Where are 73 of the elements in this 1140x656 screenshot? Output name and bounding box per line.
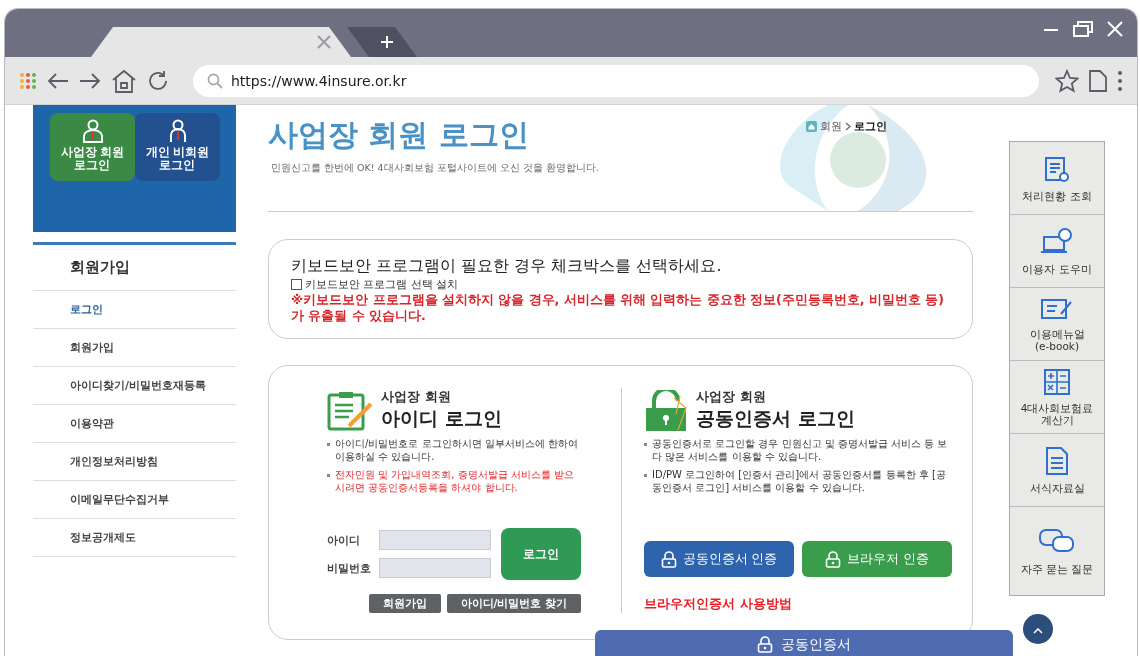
back-arrow-icon[interactable] bbox=[47, 71, 69, 90]
breadcrumb-item[interactable]: 회원 bbox=[820, 119, 842, 134]
field-label: 아이디 bbox=[327, 532, 361, 548]
new-tab-button[interactable] bbox=[347, 27, 417, 57]
password-input[interactable] bbox=[379, 558, 491, 578]
quick-menu-item[interactable]: 서식자료실 bbox=[1010, 434, 1104, 507]
lock-icon bbox=[660, 550, 677, 568]
quick-menu-label: 처리현황 조회 bbox=[1022, 189, 1092, 203]
quick-menu-label: 서식자료실 bbox=[1029, 481, 1085, 495]
login-overline: 사업장 회원 bbox=[696, 388, 767, 406]
login-note: 아이디/비밀번호로 로그인하시면 일부서비스에 한하여 이용하실 수 있습니다. bbox=[327, 438, 581, 463]
chevron-up-icon bbox=[1033, 627, 1043, 634]
notice-heading: 키보드보안 프로그램이 필요한 경우 체크박스를 선택하세요. bbox=[291, 256, 723, 277]
account-link-button[interactable]: 회원가입 bbox=[368, 594, 441, 613]
quick-menu-label: 이용자 도우미 bbox=[1022, 262, 1092, 276]
search-icon bbox=[207, 72, 223, 89]
reload-icon[interactable] bbox=[147, 69, 169, 92]
checkbox[interactable] bbox=[291, 279, 302, 290]
nav-item[interactable]: 이용약관 bbox=[33, 405, 236, 443]
chevron-right-icon bbox=[845, 122, 851, 131]
page-icon[interactable] bbox=[1089, 69, 1107, 92]
nav-item[interactable]: 개인정보처리방침 bbox=[33, 443, 236, 481]
security-warning: ※키보드보안 프로그램을 설치하지 않을 경우, 서비스를 위해 입력하는 중요한 정보(주민등록번호, 비밀번호 등)가 유출될 수 있습니다. bbox=[291, 292, 945, 325]
checkbox-label: 키보드보안 프로그램 선택 설치 bbox=[305, 277, 459, 292]
login-title: 공동인증서 로그인 bbox=[696, 406, 855, 431]
nav-item[interactable]: 회원가입 bbox=[33, 329, 236, 367]
more-menu-icon[interactable] bbox=[1117, 69, 1123, 92]
quick-menu-item[interactable]: 4대사회보험료 계산기 bbox=[1010, 361, 1104, 434]
calculator-icon bbox=[1043, 367, 1071, 396]
certificate-button[interactable]: 공동인증서 인증 bbox=[644, 541, 794, 577]
nav-item[interactable]: 정보공개제도 bbox=[33, 519, 236, 557]
login-warning: 전자민원 및 가입내역조회, 증명서발급 서비스를 받으시려면 공동인증서등록을 하셔야 합니다. bbox=[327, 469, 581, 494]
padlock-icon bbox=[644, 390, 690, 432]
url-text: https://www.4insure.or.kr bbox=[231, 72, 407, 89]
login-note: ID/PW 로그인하여 [인증서 관리]에서 공동인증서를 등록한 후 [공동인증서 로그인] 서비스를 이용할 수 있습니다. bbox=[644, 469, 952, 494]
star-icon[interactable] bbox=[1055, 68, 1079, 93]
quick-menu-item[interactable]: 처리현황 조회 bbox=[1010, 142, 1104, 215]
quick-menu-label: 자주 묻는 질문 bbox=[1020, 562, 1094, 576]
quick-menu-item[interactable]: 자주 묻는 질문 bbox=[1010, 507, 1104, 595]
breadcrumb-item[interactable]: 로그인 bbox=[854, 119, 887, 134]
nav-item[interactable]: 아이디찾기/비밀번호재등록 bbox=[33, 367, 236, 405]
id-input[interactable] bbox=[379, 530, 491, 550]
apps-grid-icon[interactable] bbox=[19, 71, 37, 90]
scroll-top-button[interactable] bbox=[1023, 614, 1053, 644]
document-list-icon bbox=[1044, 445, 1070, 476]
login-note: 공동인증서로 로그인할 경우 민원신고 및 증명서발급 서비스 등 보다 많은 서비스를 이용할 수 있습니다. bbox=[644, 438, 952, 463]
quick-menu-item[interactable]: 이용메뉴얼 (e-book) bbox=[1010, 288, 1104, 361]
login-button[interactable]: 로그인 bbox=[501, 528, 581, 580]
quick-menu-label: 이용메뉴얼 (e-book) bbox=[1029, 327, 1085, 353]
restore-icon[interactable] bbox=[1073, 21, 1093, 37]
keyboard-security-checkbox[interactable]: 키보드보안 프로그램 선택 설치 bbox=[291, 277, 950, 292]
login-title: 아이디 로그인 bbox=[381, 406, 502, 431]
login-type-tile[interactable]: 사업장 회원 로그인 bbox=[50, 113, 135, 181]
certificate-bar[interactable]: 공동인증서 bbox=[595, 630, 1013, 656]
login-type-tile[interactable]: 개인 비회원 로그인 bbox=[135, 113, 220, 181]
nav-item[interactable]: 이메일무단수집거부 bbox=[33, 481, 236, 519]
nav-item[interactable]: 로그인 bbox=[33, 291, 236, 329]
clipboard-pencil-icon bbox=[327, 392, 375, 432]
lock-icon bbox=[757, 636, 773, 653]
home-icon[interactable] bbox=[111, 67, 137, 94]
forward-arrow-icon[interactable] bbox=[79, 71, 101, 90]
account-link-button[interactable]: 아이디/비밀번호 찾기 bbox=[446, 594, 581, 613]
login-overline: 사업장 회원 bbox=[381, 388, 452, 406]
page-subtitle: 민원신고를 한번에 OK! 4대사회보험 포털사이트에 오신 것을 환영합니다. bbox=[271, 162, 600, 175]
address-bar[interactable]: https://www.4insure.or.kr bbox=[193, 64, 1039, 97]
plus-icon bbox=[381, 36, 393, 48]
quick-menu-label: 4대사회보험료 계산기 bbox=[1020, 401, 1094, 427]
page-title: 사업장 회원 로그인 bbox=[268, 116, 529, 154]
quick-menu-item[interactable]: 이용자 도우미 bbox=[1010, 215, 1104, 288]
lock-icon bbox=[825, 550, 842, 568]
field-label: 비밀번호 bbox=[327, 560, 372, 576]
nav-heading: 회원가입 bbox=[33, 245, 236, 291]
guide-link[interactable]: 브라우저인증서 사용방법 bbox=[644, 595, 952, 613]
